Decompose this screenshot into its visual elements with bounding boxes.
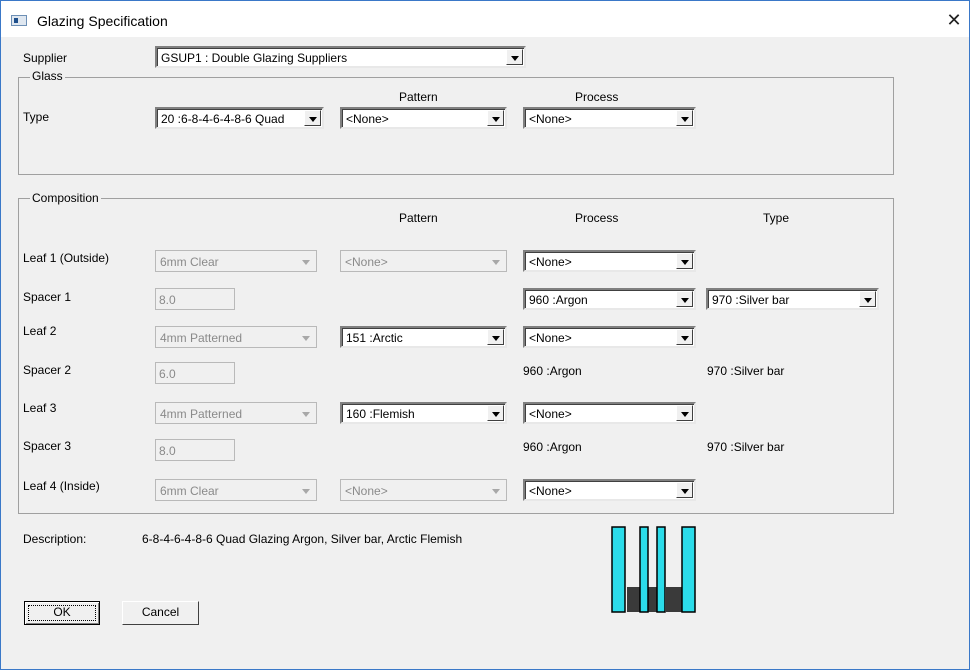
window-title: Glazing Specification <box>37 13 168 29</box>
chevron-down-icon[interactable] <box>676 253 693 269</box>
leaf1-label: Leaf 1 (Outside) <box>23 251 110 265</box>
chevron-down-icon[interactable] <box>506 49 523 65</box>
spacer2-process-text: 960 :Argon <box>523 364 582 378</box>
leaf3-pattern-select[interactable]: 160 :Flemish <box>340 402 507 424</box>
leaf1-process-value: <None> <box>529 255 572 269</box>
ok-button[interactable]: OK <box>24 601 100 625</box>
chevron-down-icon[interactable] <box>487 110 504 126</box>
title-bar: Glazing Specification ✕ <box>1 1 969 37</box>
leaf4-process-select[interactable]: <None> <box>523 479 696 501</box>
glass-process-select[interactable]: <None> <box>523 107 696 129</box>
glass-type-label: Type <box>23 110 50 124</box>
chevron-down-icon <box>298 330 315 346</box>
leaf3-label: Leaf 3 <box>23 401 57 415</box>
spacer1-process-select[interactable]: 960 :Argon <box>523 288 696 310</box>
glass-process-header: Process <box>575 90 619 104</box>
window-app-icon <box>11 15 27 26</box>
leaf1-pattern-value: <None> <box>345 255 388 269</box>
spacer3-label: Spacer 3 <box>23 439 72 453</box>
leaf2-glass-select: 4mm Patterned <box>155 326 317 348</box>
spacer-3-block <box>666 587 682 612</box>
leaf4-glass-select: 6mm Clear <box>155 479 317 501</box>
glass-group-legend: Glass <box>30 69 65 83</box>
spacer1-process-value: 960 :Argon <box>529 293 588 307</box>
leaf2-label: Leaf 2 <box>23 324 57 338</box>
spacer2-width-field: 6.0 <box>155 362 235 384</box>
leaf4-process-value: <None> <box>529 484 572 498</box>
spacer3-process-text: 960 :Argon <box>523 440 582 454</box>
glass-leaf-4 <box>681 526 696 613</box>
spacer3-width-field: 8.0 <box>155 439 235 461</box>
spacer1-width-field: 8.0 <box>155 288 235 310</box>
chevron-down-icon[interactable] <box>676 329 693 345</box>
composition-process-header: Process <box>575 211 619 225</box>
leaf4-pattern-value: <None> <box>345 484 388 498</box>
leaf3-process-select[interactable]: <None> <box>523 402 696 424</box>
composition-type-header: Type <box>763 211 790 225</box>
leaf2-pattern-value: 151 :Arctic <box>346 331 403 345</box>
spacer1-type-select[interactable]: 970 :Silver bar <box>706 288 879 310</box>
leaf3-process-value: <None> <box>529 407 572 421</box>
spacer1-label: Spacer 1 <box>23 290 72 304</box>
supplier-select-value: GSUP1 : Double Glazing Suppliers <box>161 51 348 65</box>
chevron-down-icon[interactable] <box>487 329 504 345</box>
glass-leaf-2 <box>639 526 649 613</box>
spacer1-type-value: 970 :Silver bar <box>712 293 790 307</box>
chevron-down-icon[interactable] <box>676 110 693 126</box>
spacer1-width-value: 8.0 <box>159 293 176 307</box>
glass-process-select-value: <None> <box>529 112 572 126</box>
composition-group-legend: Composition <box>30 191 101 205</box>
composition-pattern-header: Pattern <box>399 211 438 225</box>
leaf3-pattern-value: 160 :Flemish <box>346 407 415 421</box>
leaf4-label: Leaf 4 (Inside) <box>23 479 100 493</box>
chevron-down-icon <box>298 254 315 270</box>
focus-rectangle <box>28 605 96 621</box>
glazing-specification-window: Glazing Specification ✕ Supplier GSUP1 :… <box>0 0 970 670</box>
chevron-down-icon <box>488 483 505 499</box>
leaf3-glass-value: 4mm Patterned <box>160 407 243 421</box>
leaf3-glass-select: 4mm Patterned <box>155 402 317 424</box>
chevron-down-icon <box>298 406 315 422</box>
glass-type-select-value: 20 :6-8-4-6-4-8-6 Quad <box>161 112 285 126</box>
leaf1-process-select[interactable]: <None> <box>523 250 696 272</box>
leaf4-pattern-select: <None> <box>340 479 507 501</box>
leaf1-glass-select: 6mm Clear <box>155 250 317 272</box>
spacer2-width-value: 6.0 <box>159 367 176 381</box>
glass-leaf-3 <box>656 526 666 613</box>
cancel-button-label: Cancel <box>141 605 180 619</box>
close-icon[interactable]: ✕ <box>939 7 969 33</box>
supplier-label: Supplier <box>23 51 68 65</box>
chevron-down-icon[interactable] <box>304 110 321 126</box>
chevron-down-icon[interactable] <box>487 405 504 421</box>
description-label: Description: <box>23 532 87 546</box>
leaf1-glass-value: 6mm Clear <box>160 255 219 269</box>
composition-group <box>18 198 894 514</box>
chevron-down-icon <box>488 254 505 270</box>
glazing-section-diagram <box>611 526 696 613</box>
spacer3-type-text: 970 :Silver bar <box>707 440 785 454</box>
glass-type-select[interactable]: 20 :6-8-4-6-4-8-6 Quad <box>155 107 324 129</box>
leaf2-pattern-select[interactable]: 151 :Arctic <box>340 326 507 348</box>
chevron-down-icon[interactable] <box>859 291 876 307</box>
chevron-down-icon[interactable] <box>676 405 693 421</box>
glass-pattern-select[interactable]: <None> <box>340 107 507 129</box>
leaf2-process-value: <None> <box>529 331 572 345</box>
leaf2-glass-value: 4mm Patterned <box>160 331 243 345</box>
supplier-select[interactable]: GSUP1 : Double Glazing Suppliers <box>155 46 526 68</box>
glass-pattern-select-value: <None> <box>346 112 389 126</box>
chevron-down-icon <box>298 483 315 499</box>
spacer2-type-text: 970 :Silver bar <box>707 364 785 378</box>
glass-leaf-1 <box>611 526 626 613</box>
leaf2-process-select[interactable]: <None> <box>523 326 696 348</box>
description-value: 6-8-4-6-4-8-6 Quad Glazing Argon, Silver… <box>142 532 463 546</box>
chevron-down-icon[interactable] <box>676 291 693 307</box>
cancel-button[interactable]: Cancel <box>122 601 199 625</box>
spacer3-width-value: 8.0 <box>159 444 176 458</box>
leaf1-pattern-select: <None> <box>340 250 507 272</box>
glass-pattern-header: Pattern <box>399 90 438 104</box>
spacer2-label: Spacer 2 <box>23 363 72 377</box>
leaf4-glass-value: 6mm Clear <box>160 484 219 498</box>
chevron-down-icon[interactable] <box>676 482 693 498</box>
